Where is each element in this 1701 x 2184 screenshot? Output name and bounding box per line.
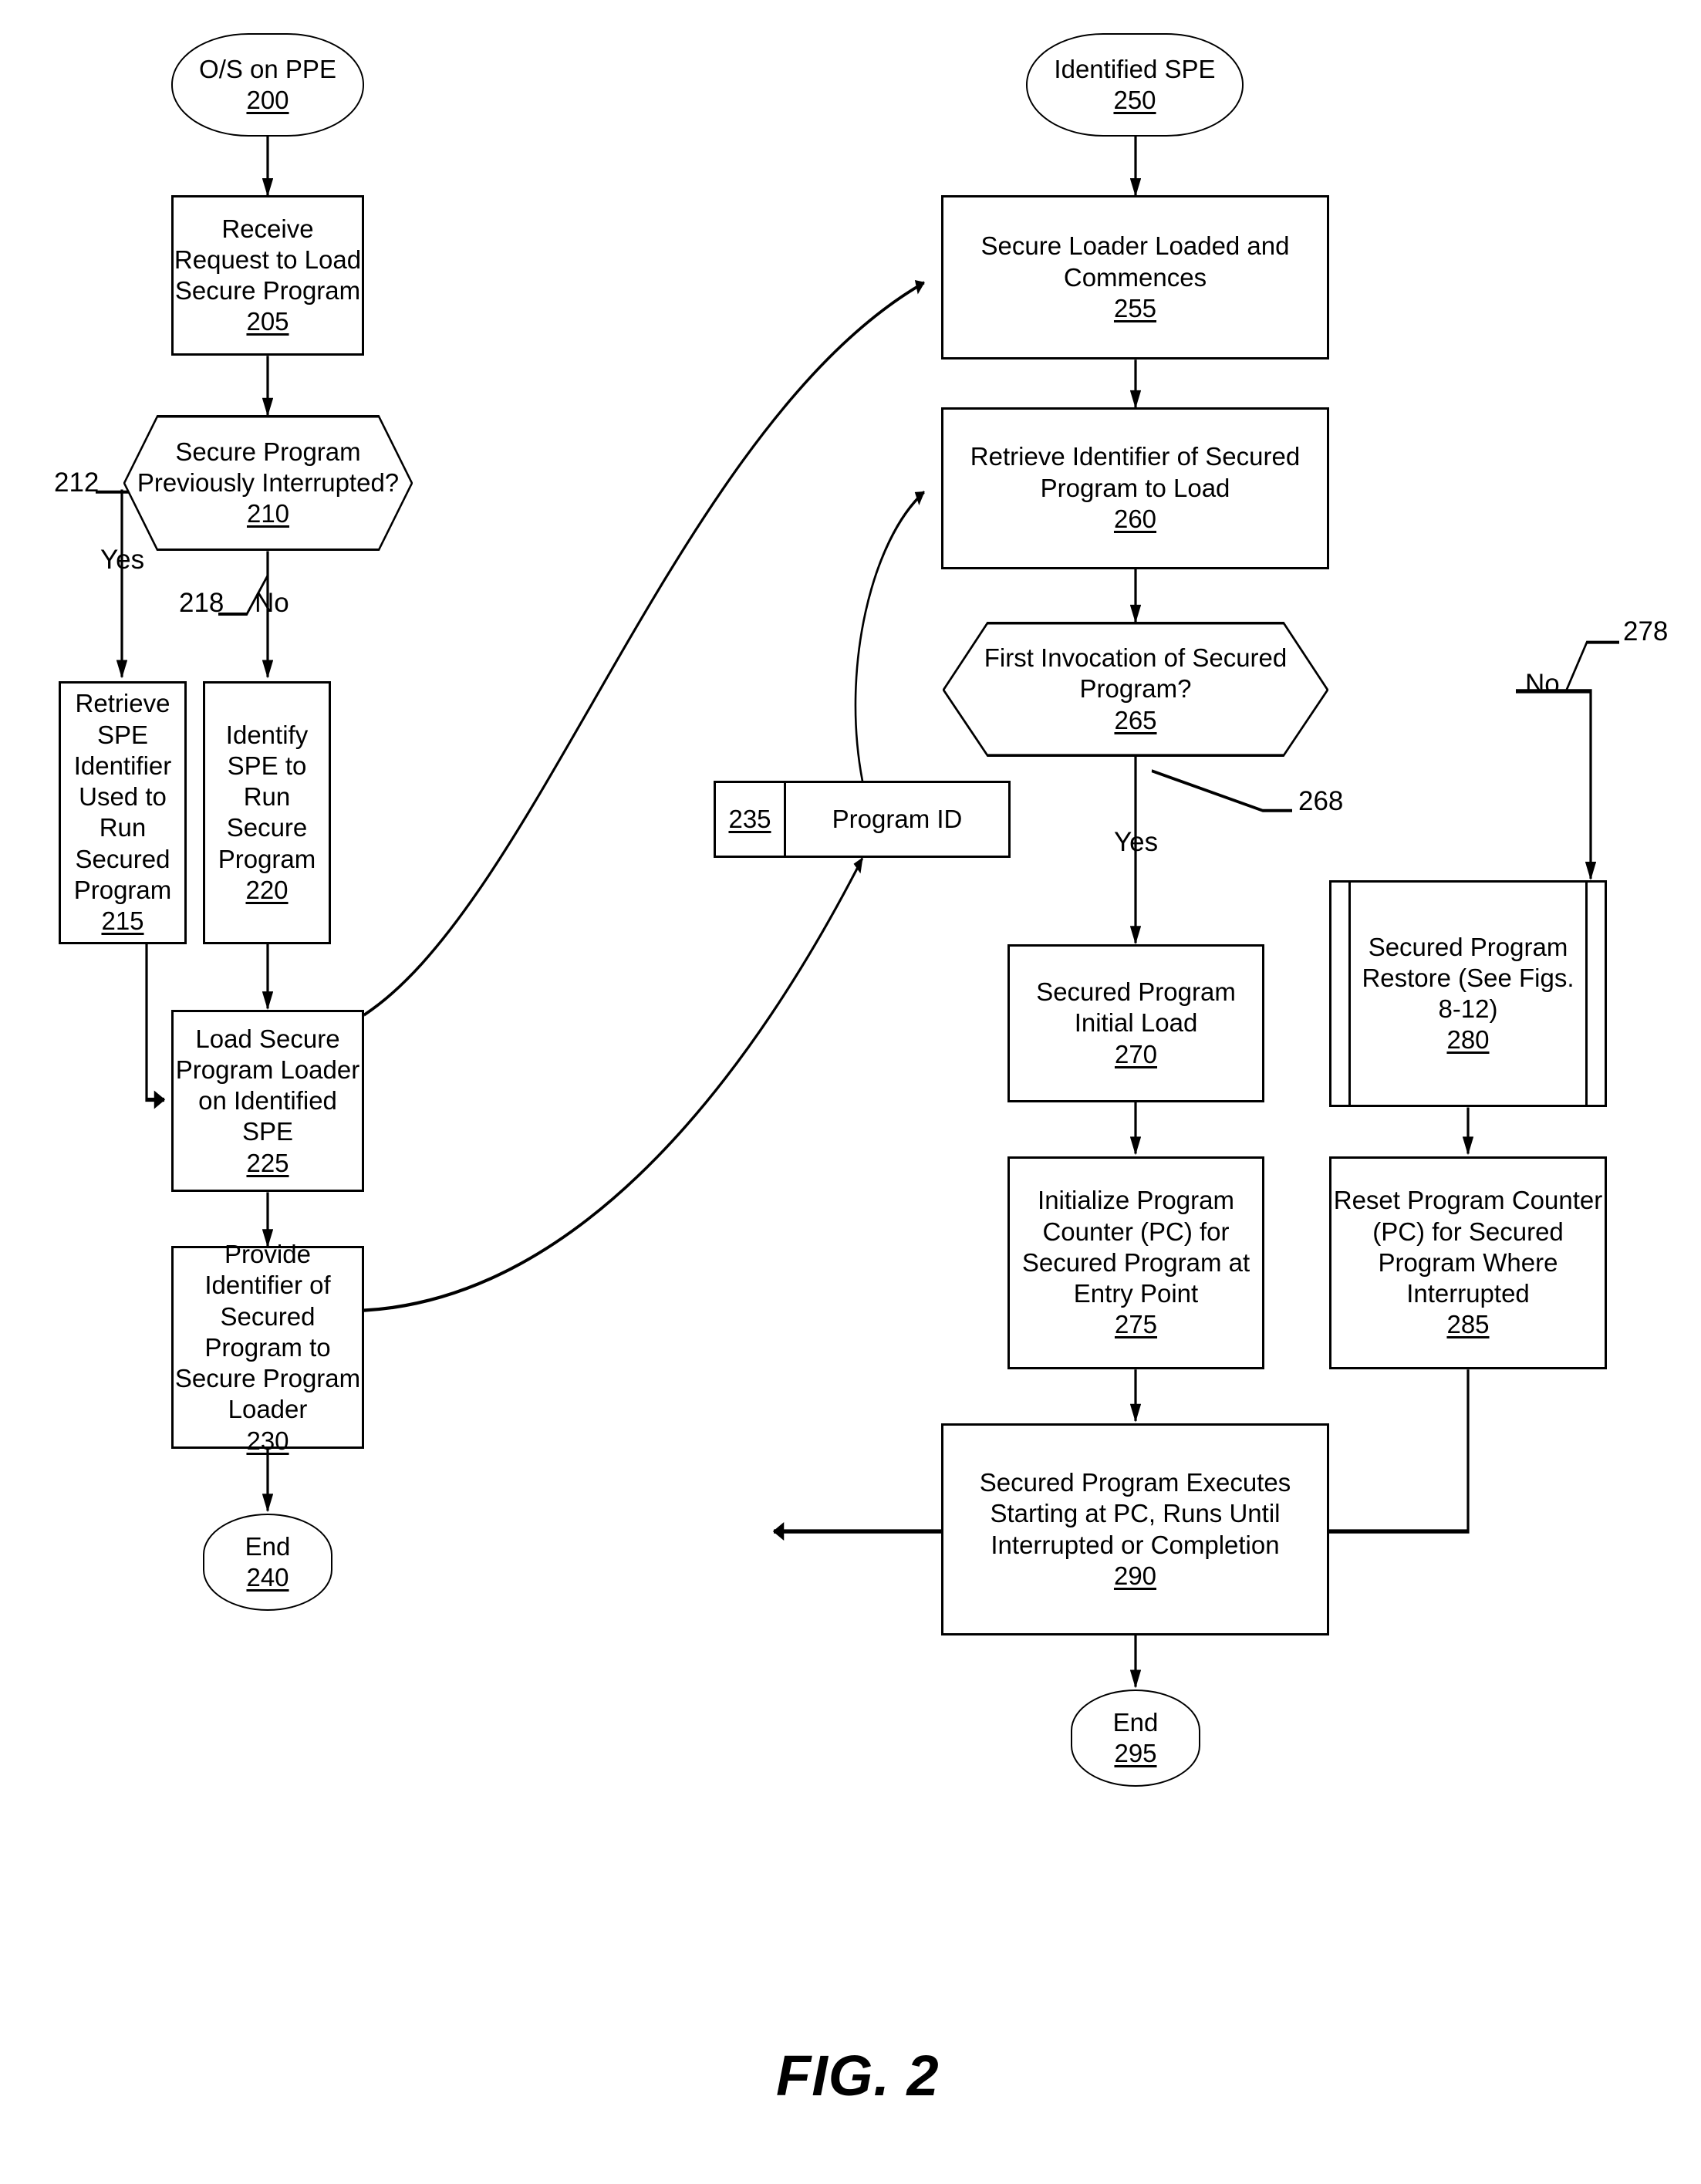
process-reset-pc: Reset Program Counter (PC) for Secured P… bbox=[1329, 1156, 1607, 1370]
node-ref: 225 bbox=[246, 1148, 289, 1177]
node-title: Provide Identifier of Secured Program to… bbox=[174, 1240, 361, 1424]
process-load-secure-program-loader: Load Secure Program Loader on Identified… bbox=[171, 1009, 364, 1193]
node-title: Load Secure Program Loader on Identified… bbox=[175, 1024, 360, 1146]
node-ref: 290 bbox=[1113, 1561, 1157, 1590]
node-ref: 215 bbox=[101, 906, 144, 936]
node-ref: 220 bbox=[245, 875, 289, 904]
node-ref: 205 bbox=[246, 307, 289, 336]
terminal-identified-spe: Identified SPE 250 bbox=[1026, 33, 1244, 137]
node-title: Receive Request to Load Secure Program bbox=[174, 214, 362, 305]
label-yes-right: Yes bbox=[1114, 827, 1159, 858]
process-retrieve-spe-identifier: Retrieve SPE Identifier Used to Run Secu… bbox=[59, 680, 187, 944]
label-ref-268: 268 bbox=[1298, 785, 1344, 816]
node-title: Secure Loader Loaded and Commences bbox=[980, 231, 1290, 292]
decision-previously-interrupted: Secure Program Previously Interrupted? 2… bbox=[123, 414, 413, 552]
node-title: Retrieve SPE Identifier Used to Run Secu… bbox=[73, 689, 172, 904]
node-ref: 210 bbox=[246, 499, 290, 528]
node-title: Retrieve Identifier of Secured Program t… bbox=[970, 442, 1301, 502]
node-title: Secured Program Restore (See Figs. 8-12) bbox=[1362, 932, 1574, 1024]
node-title: Reset Program Counter (PC) for Secured P… bbox=[1333, 1186, 1603, 1308]
process-secure-loader-commences: Secure Loader Loaded and Commences 255 bbox=[941, 195, 1329, 360]
node-title: Secured Program Executes Starting at PC,… bbox=[979, 1468, 1291, 1559]
process-secured-program-executes: Secured Program Executes Starting at PC,… bbox=[941, 1423, 1329, 1635]
node-ref: 230 bbox=[246, 1426, 289, 1455]
decision-first-invocation: First Invocation of Secured Program? 265 bbox=[943, 622, 1328, 757]
process-retrieve-identifier-to-load: Retrieve Identifier of Secured Program t… bbox=[941, 407, 1329, 569]
node-ref: 295 bbox=[1114, 1739, 1157, 1768]
datastore-ref: 235 bbox=[716, 783, 786, 856]
node-title: Identify SPE to Run Secure Program bbox=[218, 720, 316, 873]
node-title: End bbox=[245, 1531, 291, 1561]
process-receive-request: Receive Request to Load Secure Program 2… bbox=[171, 195, 364, 356]
process-initial-load: Secured Program Initial Load 270 bbox=[1007, 943, 1264, 1102]
label-yes-left: Yes bbox=[100, 544, 145, 575]
terminal-os-on-ppe: O/S on PPE 200 bbox=[171, 33, 364, 137]
node-title: Initialize Program Counter (PC) for Secu… bbox=[1021, 1186, 1250, 1308]
node-ref: 255 bbox=[1113, 293, 1157, 322]
node-title: Secure Program Previously Interrupted? bbox=[137, 437, 400, 497]
label-no-right: No bbox=[1525, 669, 1560, 700]
node-ref: 280 bbox=[1446, 1025, 1490, 1055]
label-no-left: No bbox=[255, 588, 289, 619]
node-ref: 265 bbox=[1114, 705, 1157, 734]
label-ref-212: 212 bbox=[54, 467, 100, 498]
node-title: O/S on PPE bbox=[199, 54, 336, 83]
node-title: First Invocation of Secured Program? bbox=[984, 643, 1288, 704]
node-title: Identified SPE bbox=[1054, 54, 1216, 83]
node-ref: 240 bbox=[246, 1562, 289, 1592]
node-ref: 285 bbox=[1446, 1310, 1490, 1339]
terminal-end-295: End 295 bbox=[1071, 1689, 1200, 1787]
process-identify-spe: Identify SPE to Run Secure Program 220 bbox=[203, 680, 331, 944]
node-ref: 260 bbox=[1113, 504, 1157, 533]
node-title: End bbox=[1112, 1707, 1159, 1737]
label-ref-278: 278 bbox=[1623, 616, 1669, 646]
terminal-end-240: End 240 bbox=[203, 1513, 332, 1612]
datastore-label: Program ID bbox=[832, 805, 963, 834]
process-provide-identifier: Provide Identifier of Secured Program to… bbox=[171, 1240, 364, 1455]
node-ref: 275 bbox=[1114, 1310, 1158, 1339]
process-initialize-pc: Initialize Program Counter (PC) for Secu… bbox=[1007, 1156, 1264, 1370]
figure-caption: FIG. 2 bbox=[776, 2043, 940, 2108]
process-secured-program-restore: Secured Program Restore (See Figs. 8-12)… bbox=[1329, 879, 1607, 1108]
label-ref-218: 218 bbox=[179, 588, 224, 619]
node-ref: 250 bbox=[1113, 85, 1156, 114]
figure-canvas: O/S on PPE 200 Receive Request to Load S… bbox=[0, 0, 1701, 2184]
node-title: Secured Program Initial Load bbox=[1036, 977, 1236, 1038]
node-ref: 200 bbox=[246, 85, 289, 114]
node-ref: 270 bbox=[1114, 1039, 1158, 1068]
datastore-program-id: 235 Program ID bbox=[714, 781, 1011, 859]
